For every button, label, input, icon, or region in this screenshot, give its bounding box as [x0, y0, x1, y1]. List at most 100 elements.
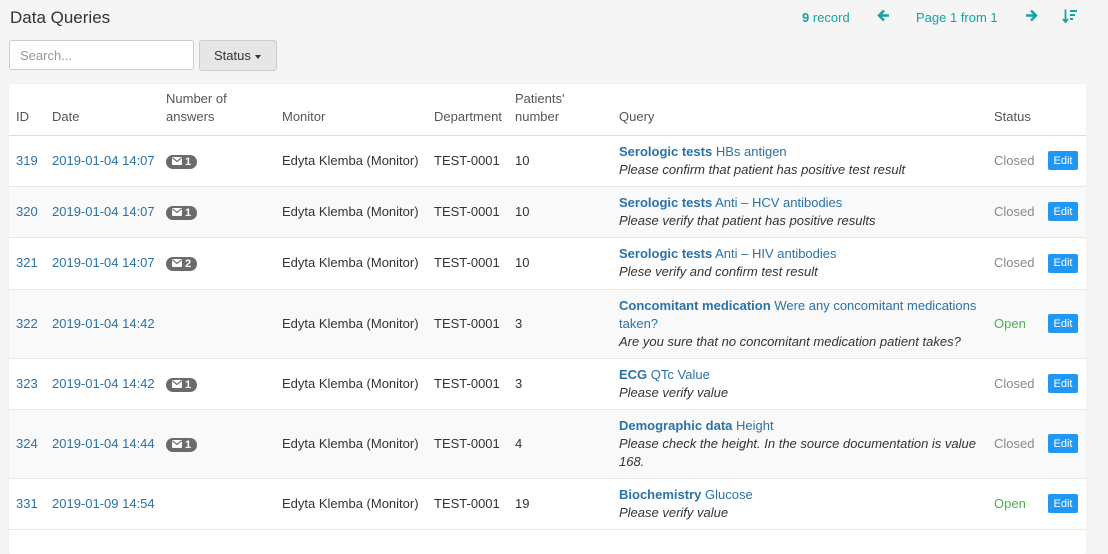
row-date-link[interactable]: 2019-01-04 14:07 [52, 153, 155, 168]
query-category: Biochemistry [619, 486, 702, 502]
query-title-link[interactable]: Demographic data Height [619, 418, 774, 433]
page-indicator: Page 1 from 1 [916, 10, 998, 25]
row-date-link[interactable]: 2019-01-04 14:07 [52, 204, 155, 219]
col-header-query[interactable]: Query [612, 84, 987, 136]
row-monitor: Edyta Klemba (Monitor) [275, 358, 427, 410]
row-answers-cell: 2 [159, 237, 275, 290]
queries-panel: ID Date Number of answers Monitor Depart… [9, 84, 1086, 554]
row-id-link[interactable]: 324 [16, 436, 38, 451]
edit-button[interactable]: Edit [1048, 151, 1078, 171]
edit-button[interactable]: Edit [1048, 374, 1078, 394]
answers-badge[interactable]: 1 [166, 154, 198, 169]
query-category: Concomitant medication [619, 297, 771, 313]
query-subject: Glucose [705, 486, 753, 502]
row-actions: Edit [1041, 237, 1086, 290]
table-row: 320 2019-01-04 14:07 1 Edyta Klemba (Mon… [9, 186, 1086, 238]
col-header-status[interactable]: Status [987, 84, 1041, 136]
query-subject: Anti – HIV antibodies [715, 246, 837, 261]
col-header-date[interactable]: Date [45, 84, 159, 136]
edit-button[interactable]: Edit [1048, 253, 1078, 273]
query-category: Serologic tests [619, 194, 713, 210]
query-subject: Height [736, 417, 774, 433]
query-title-link[interactable]: ECG QTc Value [619, 367, 710, 382]
col-header-monitor[interactable]: Monitor [275, 84, 427, 136]
query-subject: HBs antigen [715, 143, 787, 159]
row-actions: Edit [1041, 289, 1086, 359]
row-query-cell: Serologic tests Anti – HIV antibodies Pl… [612, 237, 987, 290]
answers-badge[interactable]: 1 [166, 437, 198, 452]
query-category: Serologic tests [619, 143, 713, 159]
row-department: TEST-0001 [427, 289, 508, 359]
queries-table: ID Date Number of answers Monitor Depart… [9, 84, 1086, 530]
table-row: 331 2019-01-09 14:54 Edyta Klemba (Monit… [9, 478, 1086, 530]
answers-badge[interactable]: 1 [166, 205, 198, 220]
arrow-right-icon[interactable] [1025, 9, 1038, 25]
row-status: Closed [987, 186, 1041, 238]
row-status: Closed [987, 135, 1041, 187]
query-title-link[interactable]: Concomitant medication Were any concomit… [619, 298, 976, 331]
row-id-link[interactable]: 323 [16, 376, 38, 391]
record-count-value: 9 [802, 10, 810, 25]
table-row: 323 2019-01-04 14:42 1 Edyta Klemba (Mon… [9, 358, 1086, 410]
answers-count: 2 [185, 258, 192, 270]
edit-button[interactable]: Edit [1048, 494, 1078, 514]
row-actions: Edit [1041, 409, 1086, 479]
table-row: 319 2019-01-04 14:07 1 Edyta Klemba (Mon… [9, 135, 1086, 187]
answers-count: 1 [185, 438, 192, 451]
row-monitor: Edyta Klemba (Monitor) [275, 237, 427, 290]
row-date-link[interactable]: 2019-01-09 14:54 [52, 496, 155, 511]
row-query-cell: Serologic tests Anti – HCV antibodies Pl… [612, 186, 987, 238]
row-actions: Edit [1041, 135, 1086, 187]
arrow-left-icon[interactable] [877, 9, 890, 25]
row-id-link[interactable]: 320 [16, 204, 38, 219]
row-query-cell: Demographic data Height Please check the… [612, 409, 987, 479]
table-row: 322 2019-01-04 14:42 Edyta Klemba (Monit… [9, 289, 1086, 359]
query-title-link[interactable]: Biochemistry Glucose [619, 487, 753, 502]
query-title-link[interactable]: Serologic tests HBs antigen [619, 144, 787, 159]
col-header-department[interactable]: Department [427, 84, 508, 136]
row-id-link[interactable]: 322 [16, 316, 38, 331]
envelope-icon [172, 378, 182, 392]
query-text: Please verify that patient has positive … [619, 212, 876, 228]
query-text: Are you sure that no concomitant medicat… [619, 333, 961, 349]
edit-button[interactable]: Edit [1048, 314, 1078, 334]
row-date-link[interactable]: 2019-01-04 14:42 [52, 316, 155, 331]
answers-badge[interactable]: 1 [166, 377, 198, 392]
col-header-id[interactable]: ID [9, 84, 45, 136]
row-answers-cell [159, 289, 275, 359]
row-id-link[interactable]: 331 [16, 496, 38, 511]
row-department: TEST-0001 [427, 237, 508, 290]
row-date-link[interactable]: 2019-01-04 14:07 [52, 255, 155, 270]
answers-count: 1 [185, 155, 192, 168]
row-id-link[interactable]: 321 [16, 255, 38, 270]
query-text: Plese verify and confirm test result [619, 264, 818, 279]
row-department: TEST-0001 [427, 409, 508, 479]
caret-down-icon [254, 54, 261, 59]
col-header-patients[interactable]: Patients' number [508, 84, 612, 136]
table-header-row: ID Date Number of answers Monitor Depart… [9, 84, 1086, 136]
row-actions: Edit [1041, 358, 1086, 410]
status-filter-button[interactable]: Status [199, 40, 277, 71]
row-date-link[interactable]: 2019-01-04 14:42 [52, 376, 155, 391]
row-answers-cell: 1 [159, 358, 275, 410]
row-patients: 10 [508, 135, 612, 187]
search-input[interactable] [9, 40, 194, 70]
answers-badge[interactable]: 2 [166, 257, 198, 271]
row-id-link[interactable]: 319 [16, 153, 38, 168]
col-header-answers[interactable]: Number of answers [159, 84, 275, 136]
query-title-link[interactable]: Serologic tests Anti – HIV antibodies [619, 246, 837, 261]
row-monitor: Edyta Klemba (Monitor) [275, 186, 427, 238]
query-category: Serologic tests [619, 246, 713, 261]
sort-icon[interactable] [1062, 8, 1078, 27]
edit-button[interactable]: Edit [1048, 202, 1078, 222]
row-status: Closed [987, 358, 1041, 410]
query-text: Please verify value [619, 384, 729, 400]
answers-count: 1 [185, 378, 192, 391]
edit-button[interactable]: Edit [1048, 434, 1078, 454]
row-answers-cell: 1 [159, 186, 275, 238]
row-department: TEST-0001 [427, 358, 508, 410]
query-title-link[interactable]: Serologic tests Anti – HCV antibodies [619, 195, 842, 210]
row-date-link[interactable]: 2019-01-04 14:44 [52, 436, 155, 451]
row-query-cell: Biochemistry Glucose Please verify value [612, 478, 987, 530]
row-status: Closed [987, 409, 1041, 479]
